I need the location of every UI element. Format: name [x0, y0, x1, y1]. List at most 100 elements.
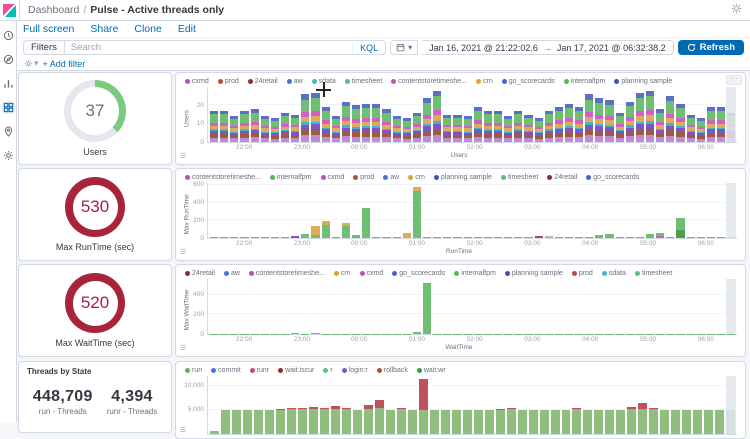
legend-label: aw	[390, 174, 399, 181]
edit-link[interactable]: Edit	[178, 23, 196, 35]
breadcrumb-root[interactable]: Dashboard	[28, 4, 79, 16]
bar-segment	[372, 237, 380, 238]
max-runtime-histogram-plot[interactable]	[207, 183, 737, 239]
legend-item[interactable]: planning sample	[614, 78, 672, 85]
legend-item[interactable]: rollback	[377, 367, 408, 374]
legend-item[interactable]: cxmd	[321, 174, 345, 181]
legend-item[interactable]: internalfpm	[564, 78, 606, 85]
legend-item[interactable]: crn	[334, 270, 351, 277]
threads-state-histogram-plot[interactable]	[207, 376, 737, 435]
legend-item[interactable]: prod	[353, 174, 374, 181]
stacked-bar	[626, 237, 634, 238]
legend-toggle-button[interactable]: ☰	[178, 344, 188, 354]
legend-item[interactable]: run	[185, 367, 202, 374]
legend-item[interactable]: 24retail	[248, 78, 278, 85]
bar-segment	[687, 138, 695, 142]
bar-segment	[332, 119, 340, 126]
legend-toggle-button[interactable]: ☰	[178, 426, 188, 436]
search-input[interactable]	[65, 42, 352, 53]
page-title: Pulse - Active threads only	[90, 4, 224, 16]
bar-segment	[362, 208, 370, 238]
legend-item[interactable]: go_scorecards	[502, 78, 555, 85]
bar-segment	[291, 138, 299, 142]
kql-menu-button[interactable]: KQL	[352, 43, 385, 53]
share-link[interactable]: Share	[90, 23, 118, 35]
filter-options-button[interactable]: ▾	[24, 58, 39, 69]
clone-link[interactable]: Clone	[134, 23, 161, 35]
bar-segment	[210, 237, 218, 238]
legend-item[interactable]: wait:iscur	[278, 367, 314, 374]
legend-item[interactable]: timesheet	[635, 270, 672, 277]
legend-item[interactable]: cxmd	[360, 270, 384, 277]
legend-item[interactable]: go_scorecards	[586, 174, 639, 181]
recently-viewed-clock-icon[interactable]	[2, 29, 15, 42]
legend-item[interactable]: cxmd	[185, 78, 209, 85]
bar-segment	[281, 116, 289, 124]
add-filter-link[interactable]: + Add filter	[43, 59, 86, 69]
users-histogram-plot[interactable]	[207, 87, 737, 143]
bar-segment	[311, 226, 319, 236]
time-range-display[interactable]: Jan 16, 2021 @ 21:22:02.6 → Jan 17, 2021…	[422, 40, 673, 55]
legend-item[interactable]: login:r	[342, 367, 368, 374]
refresh-button[interactable]: Refresh	[678, 40, 744, 55]
legend-label: aw	[231, 270, 240, 277]
legend-item[interactable]: timesheet	[501, 174, 538, 181]
datepicker-calendar-button[interactable]: ▾	[390, 40, 418, 55]
legend-item[interactable]: prod	[572, 270, 593, 277]
time-range-start[interactable]: Jan 16, 2021 @ 21:22:02.6	[429, 43, 538, 53]
stacked-bar	[375, 400, 384, 434]
header-settings-icon[interactable]	[731, 3, 742, 17]
x-axis-tick: 06:00	[698, 240, 714, 247]
stacked-bar	[545, 111, 553, 142]
legend-item[interactable]: internalfpm	[454, 270, 496, 277]
legend-item[interactable]: planning sample	[505, 270, 563, 277]
legend-item[interactable]: go_scorecards	[392, 270, 445, 277]
bar-segment	[382, 237, 390, 238]
legend-item[interactable]: 24retail	[185, 270, 215, 277]
legend-item[interactable]: crn	[408, 174, 425, 181]
legend-item[interactable]: planning sample	[434, 174, 492, 181]
bar-segment	[627, 409, 636, 434]
filters-button[interactable]: Filters	[24, 41, 65, 54]
stacked-bar	[626, 102, 634, 142]
bar-segment	[210, 138, 218, 142]
legend-item[interactable]: internalfpm	[270, 174, 312, 181]
legend-item[interactable]: contentstoretimeshe...	[185, 174, 261, 181]
legend-item[interactable]: prod	[218, 78, 239, 85]
legend-item[interactable]: aw	[287, 78, 303, 85]
legend-toggle-button[interactable]: ☰	[178, 248, 188, 258]
max-waittime-histogram-panel: 24retail aw contentstoretimeshe... crn cxmd g…	[175, 264, 746, 357]
bar-segment	[626, 237, 634, 238]
legend-item[interactable]: contentstoretimeshe...	[391, 78, 467, 85]
legend-item[interactable]: sdata	[312, 78, 336, 85]
legend-item[interactable]: timesheet	[345, 78, 382, 85]
legend-label: cxmd	[367, 270, 384, 277]
legend-item[interactable]: crn	[476, 78, 493, 85]
kibana-logo[interactable]	[0, 0, 20, 21]
maps-pin-icon[interactable]	[2, 125, 15, 138]
max-waittime-histogram-plot[interactable]	[207, 279, 737, 335]
dashboard-grid-icon[interactable]	[2, 101, 15, 114]
legend-item[interactable]: aw	[224, 270, 240, 277]
visualize-chart-icon[interactable]	[2, 77, 15, 90]
discover-compass-icon[interactable]	[2, 53, 15, 66]
time-range-end[interactable]: Jan 17, 2021 @ 06:32:38.2	[557, 43, 666, 53]
legend-item[interactable]: sdata	[602, 270, 626, 277]
legend-item[interactable]: r	[323, 367, 332, 374]
legend-item[interactable]: commit	[211, 367, 241, 374]
bar-segment	[352, 109, 360, 119]
stacked-bar	[413, 113, 421, 142]
legend-item[interactable]: runr	[250, 367, 269, 374]
legend-item[interactable]: contentstoretimeshe...	[249, 270, 325, 277]
bar-segment	[666, 101, 674, 113]
legend-item[interactable]: aw	[383, 174, 399, 181]
full-screen-link[interactable]: Full screen	[23, 23, 74, 35]
stacked-bar	[484, 111, 492, 142]
legend-item[interactable]: wait:wr	[417, 367, 446, 374]
bar-segment	[524, 118, 532, 125]
legend-item[interactable]: 24retail	[547, 174, 577, 181]
management-gear-icon[interactable]	[2, 149, 15, 162]
panel-options-button[interactable]: ⋯	[726, 75, 742, 85]
bar-segment	[585, 237, 593, 238]
legend-toggle-button[interactable]: ☰	[178, 152, 188, 162]
